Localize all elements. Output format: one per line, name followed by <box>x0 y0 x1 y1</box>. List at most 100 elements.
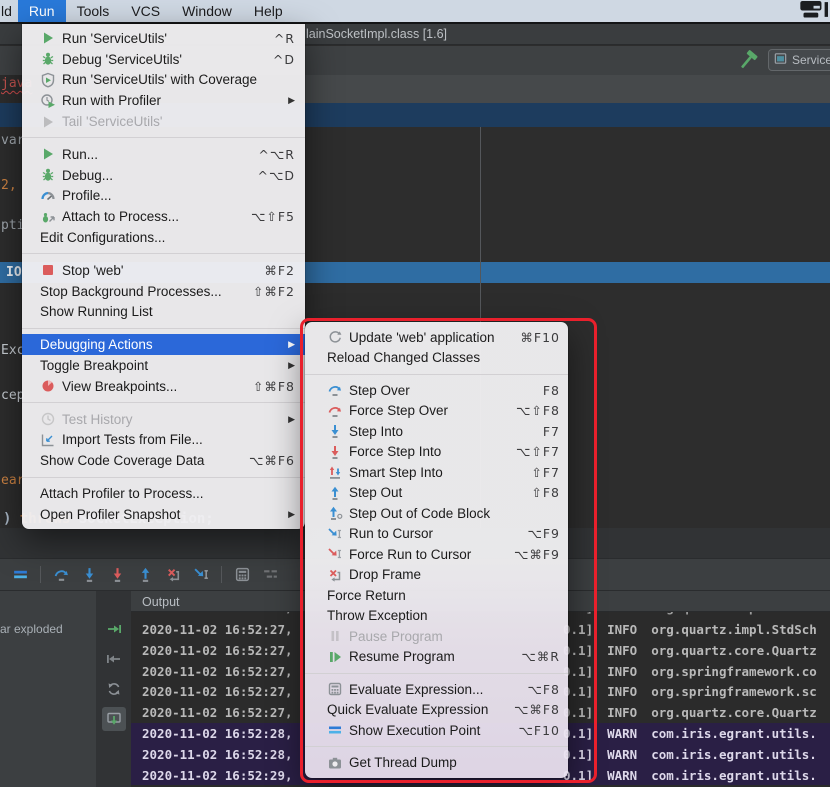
console-icon-strip <box>96 590 131 787</box>
run-configuration-selector[interactable]: Service <box>768 49 830 71</box>
history-icon <box>40 411 56 427</box>
back-arrow-icon[interactable] <box>102 647 126 671</box>
force-step-into-icon[interactable] <box>105 563 129 587</box>
menu-separator <box>305 667 568 679</box>
menu-item-run-with-profiler[interactable]: Run with Profiler▶ <box>22 90 305 111</box>
menubar-item-tools[interactable]: Tools <box>66 0 121 22</box>
reload-icon[interactable] <box>102 677 126 701</box>
forward-arrow-icon[interactable] <box>102 617 126 641</box>
menu-item-open-profiler-snapshot[interactable]: Open Profiler Snapshot▶ <box>22 504 305 525</box>
step-into-icon <box>327 423 343 439</box>
menu-item-show-running-list[interactable]: Show Running List <box>22 302 305 323</box>
menu-item-step-out[interactable]: Step Out⇧F8 <box>305 483 568 504</box>
menu-item-evaluate-expression[interactable]: Evaluate Expression...⌥F8 <box>305 679 568 700</box>
menu-item-show-code-coverage-data[interactable]: Show Code Coverage Data⌥⌘F6 <box>22 450 305 471</box>
menu-item-run[interactable]: Run...^⌥R <box>22 144 305 165</box>
menu-item-run-serviceutils-with-coverage[interactable]: Run 'ServiceUtils' with Coverage <box>22 70 305 91</box>
force-step-into-icon <box>327 444 343 460</box>
menu-item-throw-exception[interactable]: Throw Exception <box>305 606 568 627</box>
smart-step-into-icon <box>327 464 343 480</box>
toolbar-separator <box>221 566 222 583</box>
drop-frame-icon <box>327 567 343 583</box>
force-run-to-cursor-icon <box>327 546 343 562</box>
build-hammer-icon[interactable] <box>737 49 759 71</box>
stop-icon <box>40 262 56 278</box>
menu-item-attach-to-process[interactable]: Attach to Process...⌥⇧F5 <box>22 206 305 227</box>
pause-icon <box>327 628 343 644</box>
code-fragment-cep: cep <box>1 388 24 403</box>
code-fragment-pti: pti <box>1 218 24 233</box>
step-over-icon <box>327 382 343 398</box>
menu-item-tail-serviceutils[interactable]: Tail 'ServiceUtils' <box>22 111 305 132</box>
menu-item-test-history[interactable]: Test History▶ <box>22 409 305 430</box>
console-filter-icon[interactable] <box>258 563 282 587</box>
output-tab[interactable]: Output <box>142 595 180 609</box>
menubar-item-run[interactable]: Run <box>18 0 66 22</box>
step-out-block-icon <box>327 505 343 521</box>
run-to-cursor-icon[interactable] <box>189 563 213 587</box>
menubar-item-build-partial[interactable]: ld <box>0 0 18 22</box>
menu-item-attach-profiler-to-process[interactable]: Attach Profiler to Process... <box>22 483 305 504</box>
menu-separator <box>22 471 305 483</box>
evaluate-icon <box>327 681 343 697</box>
import-tests-icon <box>40 432 56 448</box>
menu-item-debugging-actions[interactable]: Debugging Actions▶ <box>22 334 305 355</box>
menu-item-debug-serviceutils[interactable]: Debug 'ServiceUtils'^D <box>22 49 305 70</box>
menu-item-step-into[interactable]: Step IntoF7 <box>305 421 568 442</box>
menu-item-quick-evaluate-expression[interactable]: Quick Evaluate Expression⌥⌘F8 <box>305 700 568 721</box>
submenu-arrow-icon: ▶ <box>288 509 295 520</box>
menu-item-run-to-cursor[interactable]: Run to Cursor⌥F9 <box>305 524 568 545</box>
menubar-item-vcs[interactable]: VCS <box>120 0 171 22</box>
menu-item-drop-frame[interactable]: Drop Frame <box>305 565 568 586</box>
editor-tab-title[interactable]: lainSocketImpl.class [1.6] <box>306 27 447 41</box>
menu-item-import-tests-from-file[interactable]: Import Tests from File... <box>22 430 305 451</box>
console-left-panel: ar exploded <box>0 590 96 787</box>
code-fragment-ear: ear <box>1 473 24 488</box>
menubar-status-area <box>798 0 830 22</box>
menu-item-get-thread-dump[interactable]: Get Thread Dump <box>305 753 568 774</box>
menu-item-show-execution-point[interactable]: Show Execution Point⌥F10 <box>305 720 568 741</box>
menu-item-step-over[interactable]: Step OverF8 <box>305 380 568 401</box>
menu-item-edit-configurations[interactable]: Edit Configurations... <box>22 227 305 248</box>
menu-item-force-step-over[interactable]: Force Step Over⌥⇧F8 <box>305 401 568 422</box>
step-over-icon[interactable] <box>49 563 73 587</box>
scroll-to-end-icon[interactable] <box>102 707 126 731</box>
resume-icon <box>327 649 343 665</box>
menu-item-profile[interactable]: Profile... <box>22 186 305 207</box>
display-status-icon[interactable] <box>798 0 828 22</box>
run-icon <box>40 30 56 46</box>
step-into-icon[interactable] <box>77 563 101 587</box>
menu-item-smart-step-into[interactable]: Smart Step Into⇧F7 <box>305 462 568 483</box>
menu-item-update-web-application[interactable]: Update 'web' application⌘F10 <box>305 327 568 348</box>
step-out-icon <box>327 485 343 501</box>
menu-item-stop-web[interactable]: Stop 'web'⌘F2 <box>22 260 305 281</box>
menu-item-reload-changed-classes[interactable]: Reload Changed Classes <box>305 348 568 369</box>
drop-frame-icon[interactable] <box>161 563 185 587</box>
menu-item-view-breakpoints[interactable]: View Breakpoints...⇧⌘F8 <box>22 376 305 397</box>
code-fragment-io: IO <box>6 265 22 280</box>
editor-breadcrumb-band <box>305 75 830 103</box>
step-out-icon[interactable] <box>133 563 157 587</box>
menu-item-pause-program[interactable]: Pause Program <box>305 626 568 647</box>
menu-item-run-serviceutils[interactable]: Run 'ServiceUtils'^R <box>22 28 305 49</box>
profile-icon <box>40 188 56 204</box>
menu-item-force-run-to-cursor[interactable]: Force Run to Cursor⌥⌘F9 <box>305 544 568 565</box>
menubar-item-help[interactable]: Help <box>243 0 294 22</box>
menu-item-debug[interactable]: Debug...^⌥D <box>22 165 305 186</box>
menu-separator <box>22 397 305 409</box>
menu-item-toggle-breakpoint[interactable]: Toggle Breakpoint▶ <box>22 355 305 376</box>
menubar-item-window[interactable]: Window <box>171 0 243 22</box>
execution-point-icon <box>327 722 343 738</box>
attach-icon <box>40 209 56 225</box>
menu-item-force-return[interactable]: Force Return <box>305 585 568 606</box>
menu-bar: ld Run Tools VCS Window Help <box>0 0 830 22</box>
execution-point-icon[interactable] <box>8 563 32 587</box>
run-configuration-label: Service <box>792 53 830 67</box>
evaluate-icon[interactable] <box>230 563 254 587</box>
menu-item-step-out-of-code-block[interactable]: Step Out of Code Block <box>305 503 568 524</box>
menu-item-resume-program[interactable]: Resume Program⌥⌘R <box>305 647 568 668</box>
deployment-label: ar exploded <box>0 622 63 636</box>
menu-item-stop-background-processes[interactable]: Stop Background Processes...⇧⌘F2 <box>22 281 305 302</box>
menu-separator <box>22 322 305 334</box>
menu-item-force-step-into[interactable]: Force Step Into⌥⇧F7 <box>305 442 568 463</box>
